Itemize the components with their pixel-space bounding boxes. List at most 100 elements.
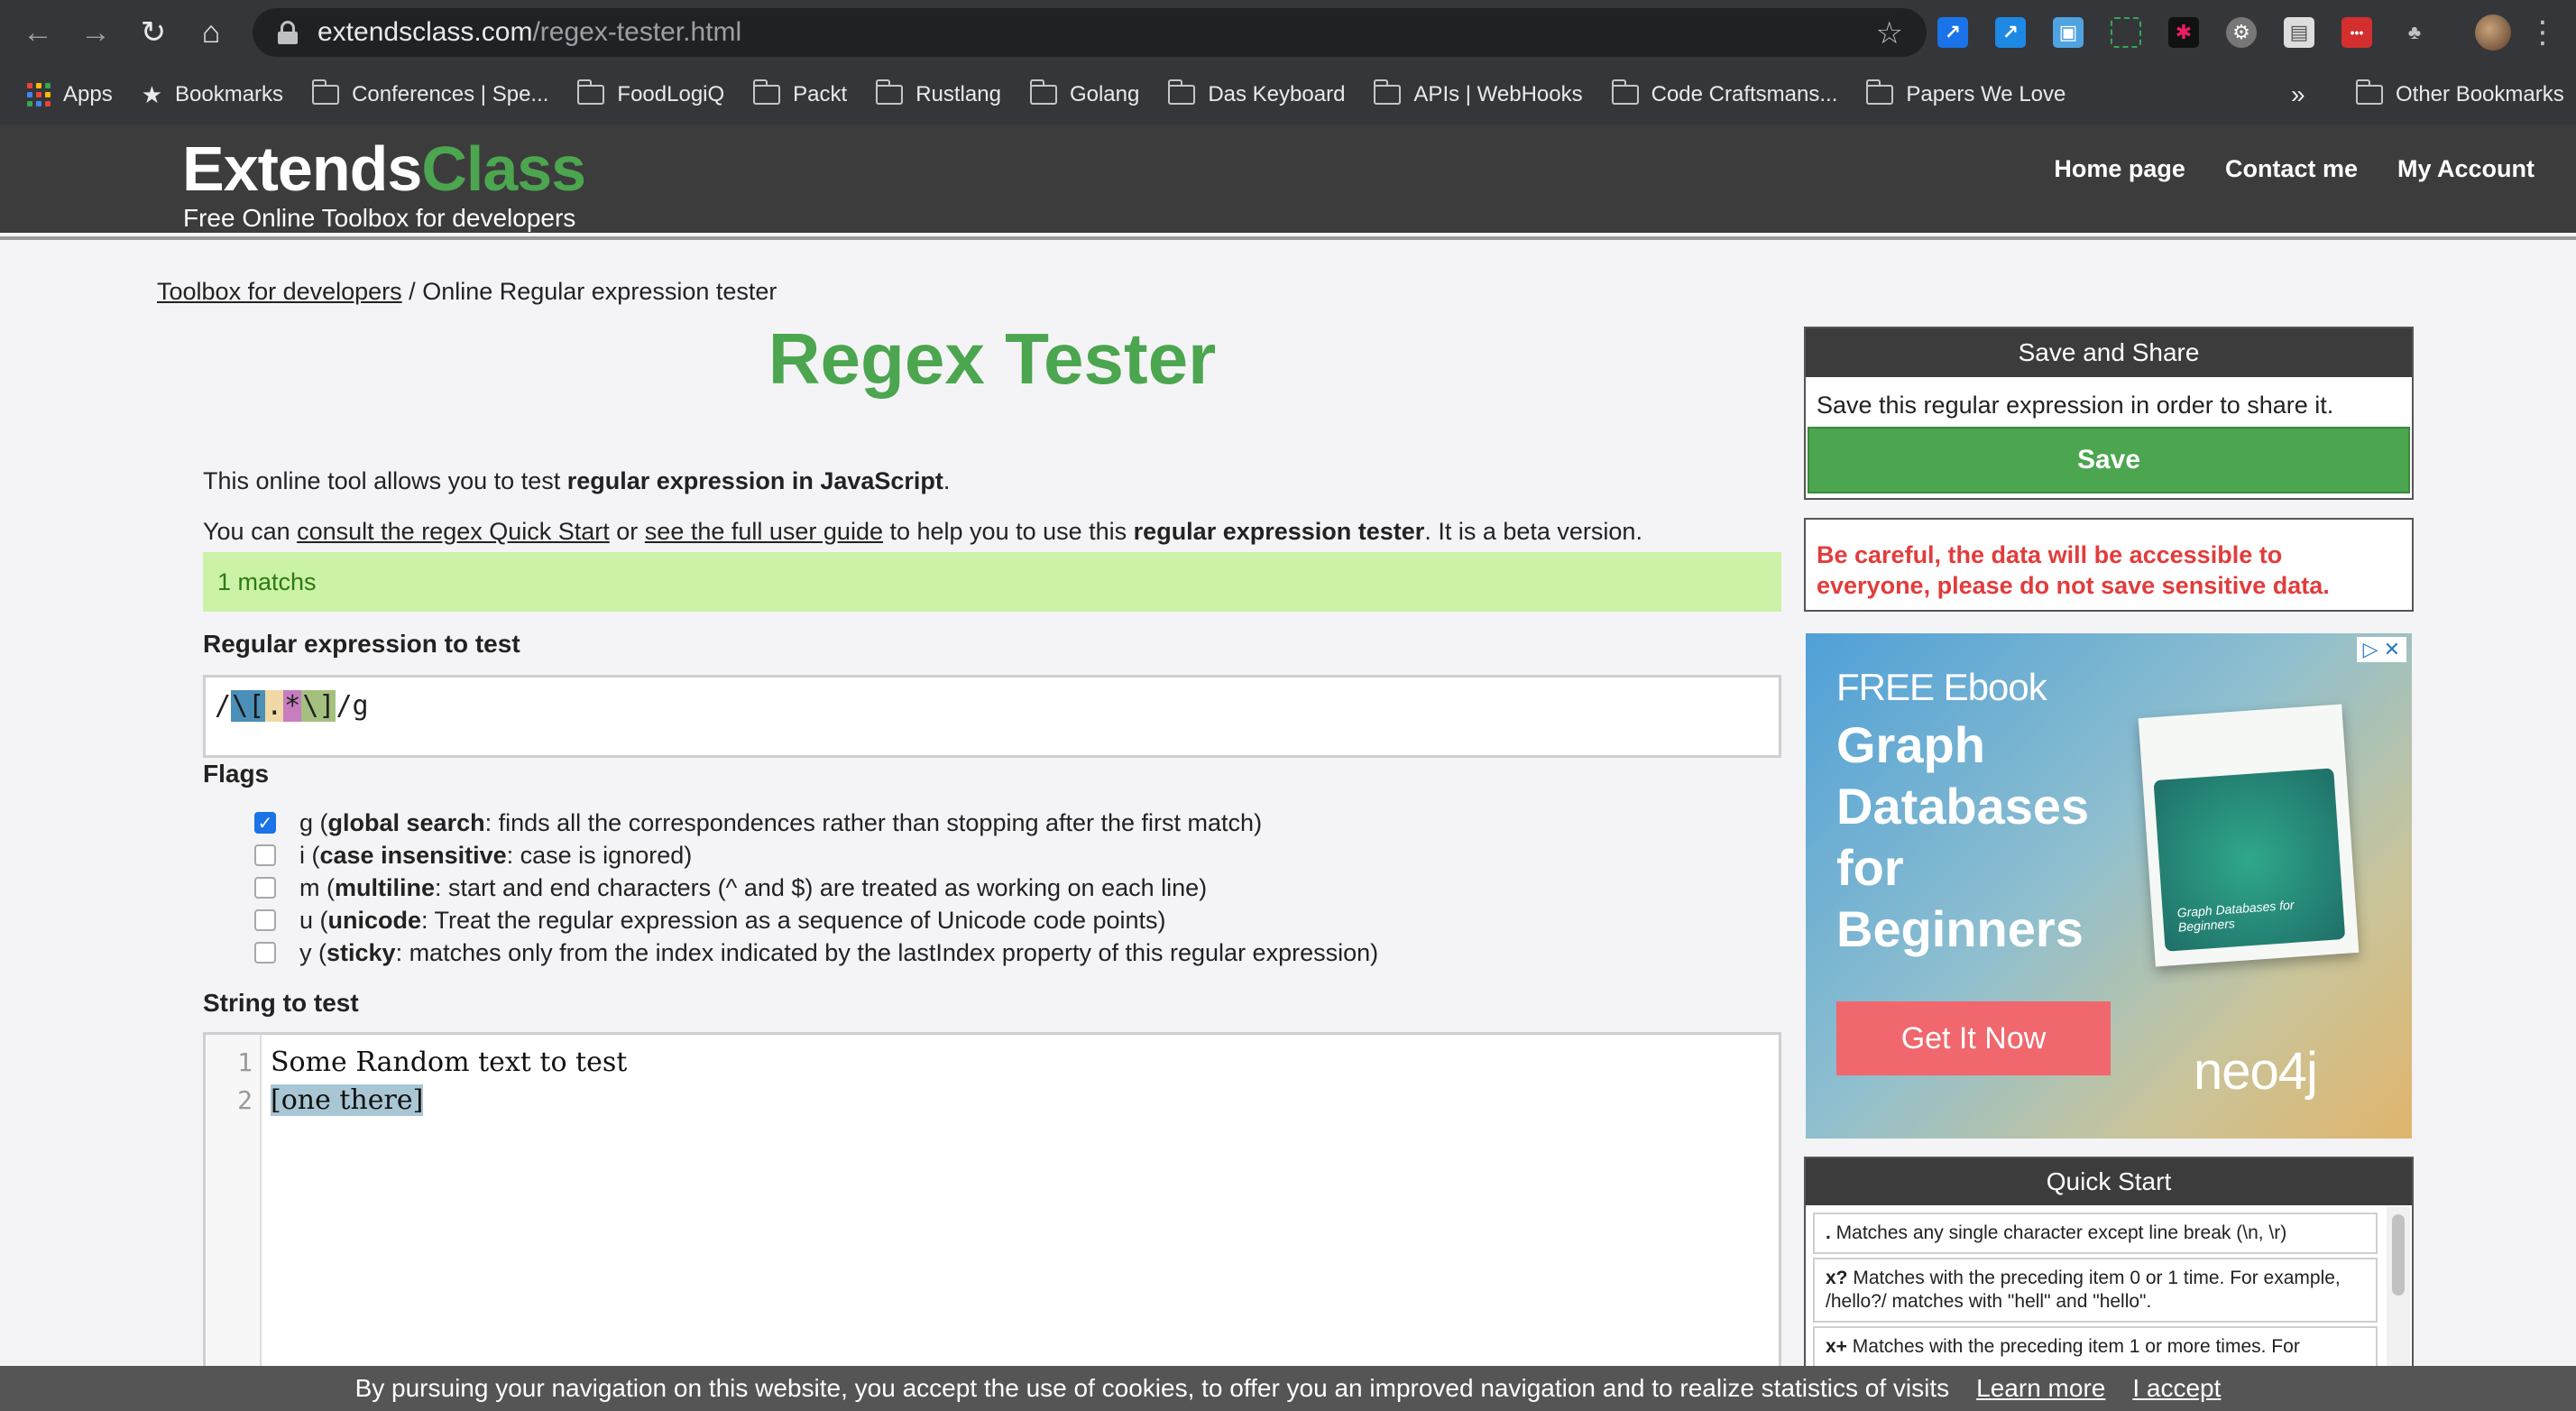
folder-icon xyxy=(753,79,781,105)
bookmark-item[interactable]: FoodLogiQ xyxy=(563,65,739,124)
extension-window-icon[interactable]: ▣ xyxy=(2053,17,2084,48)
save-button[interactable]: Save xyxy=(1808,427,2410,493)
url-text: extendsclass.com/regex-tester.html xyxy=(317,17,742,47)
extension-crop-icon[interactable] xyxy=(2111,17,2141,48)
reload-button[interactable]: ↻ xyxy=(124,0,182,65)
folder-icon xyxy=(577,79,605,105)
nav-contact-me[interactable]: Contact me xyxy=(2225,155,2358,183)
quick-start-item: x? Matches with the preceding item 0 or … xyxy=(1813,1258,2378,1323)
other-bookmarks[interactable]: Other Bookmarks xyxy=(2341,65,2576,124)
editor-line-2: [one there] xyxy=(271,1082,627,1120)
nav-my-account[interactable]: My Account xyxy=(2397,155,2535,183)
address-bar[interactable]: extendsclass.com/regex-tester.html ☆ xyxy=(253,8,1927,57)
back-button[interactable]: ← xyxy=(9,0,67,65)
bookmarks-overflow-button[interactable]: » xyxy=(2291,65,2305,124)
match-highlight: [one there] xyxy=(271,1084,424,1116)
flags-list: ✓ g (global search: finds all the corresp… xyxy=(254,807,1378,969)
flag-label: y (sticky: matches only from the index i… xyxy=(299,938,1379,966)
help-text: You can consult the regex Quick Start or… xyxy=(203,518,1642,545)
line-number: 2 xyxy=(237,1085,253,1115)
bookmark-item[interactable]: Das Keyboard xyxy=(1154,65,1359,124)
nav-home-page[interactable]: Home page xyxy=(2054,155,2185,183)
site-tagline: Free Online Toolbox for developers xyxy=(183,204,576,232)
bookmark-label: Rustlang xyxy=(915,82,1001,106)
bookmark-item[interactable]: ★ Bookmarks xyxy=(127,65,298,124)
cookie-learn-more-link[interactable]: Learn more xyxy=(1976,1374,2105,1403)
cookie-banner: By pursuing your navigation on this webs… xyxy=(0,1366,2576,1411)
bookmark-item[interactable]: Code Craftsmans... xyxy=(1597,65,1853,124)
folder-icon xyxy=(312,79,340,105)
flag-checkbox-u[interactable] xyxy=(254,909,276,931)
regex-token-escape-close: \] xyxy=(301,690,336,722)
flag-checkbox-g[interactable]: ✓ xyxy=(254,812,276,834)
extension-share-icon[interactable]: ↗ xyxy=(1995,17,2026,48)
regex-token-escape-open: \[ xyxy=(231,690,266,722)
string-label: String to test xyxy=(203,989,359,1017)
save-share-title: Save and Share xyxy=(1806,328,2412,377)
breadcrumb-link-toolbox[interactable]: Toolbox for developers xyxy=(157,278,402,305)
cookie-accept-link[interactable]: I accept xyxy=(2132,1374,2221,1403)
ad-title: Graph Databases for Beginners xyxy=(1836,716,2090,957)
lock-icon xyxy=(278,21,298,44)
bookmark-label: Apps xyxy=(63,82,113,106)
ebook-cover-image: Graph Databases for Beginners xyxy=(2138,704,2360,967)
browser-menu-icon[interactable]: ⋮ xyxy=(2527,17,2558,48)
flag-option-y[interactable]: y (sticky: matches only from the index i… xyxy=(254,936,1378,969)
flag-checkbox-m[interactable] xyxy=(254,877,276,899)
bookmark-item[interactable]: Rustlang xyxy=(861,65,1016,124)
flag-checkbox-i[interactable] xyxy=(254,844,276,866)
home-button[interactable]: ⌂ xyxy=(182,0,240,65)
ad-choices-icon[interactable]: ▷ xyxy=(2363,637,2378,662)
bookmark-item[interactable]: APIs | WebHooks xyxy=(1359,65,1596,124)
folder-icon xyxy=(1029,79,1057,105)
site-header: ExtendsClass Free Online Toolbox for dev… xyxy=(0,124,2576,240)
extension-gear-icon[interactable]: ⚙ xyxy=(2226,17,2257,48)
profile-avatar[interactable] xyxy=(2475,14,2511,51)
user-guide-link[interactable]: see the full user guide xyxy=(645,518,883,545)
neo4j-ad-banner[interactable]: ▷ ✕ FREE Ebook Graph Databases for Beginn… xyxy=(1806,633,2412,1139)
quick-start-link[interactable]: consult the regex Quick Start xyxy=(297,518,610,545)
extension-link-icon[interactable]: ↗ xyxy=(1937,17,1968,48)
breadcrumb-current: Online Regular expression tester xyxy=(422,278,777,305)
ad-get-it-now-button[interactable]: Get It Now xyxy=(1836,1001,2111,1075)
save-warning: Be careful, the data will be accessible … xyxy=(1804,518,2414,612)
flag-option-u[interactable]: u (unicode: Treat the regular expression… xyxy=(254,904,1378,936)
bookmark-item[interactable]: Packt xyxy=(739,65,861,124)
flag-option-i[interactable]: i (case insensitive: case is ignored) xyxy=(254,839,1378,872)
intro-text: This online tool allows you to test regu… xyxy=(203,467,951,494)
flag-label: i (case insensitive: case is ignored) xyxy=(299,841,693,869)
bookmark-label: FoodLogiQ xyxy=(617,82,725,106)
flag-option-g[interactable]: ✓ g (global search: finds all the corresp… xyxy=(254,807,1378,839)
breadcrumb-separator: / xyxy=(401,278,423,305)
other-bookmarks-label: Other Bookmarks xyxy=(2396,82,2564,106)
extension-page-icon[interactable]: ▤ xyxy=(2284,17,2314,48)
scrollbar-thumb[interactable] xyxy=(2392,1214,2405,1296)
bookmark-item[interactable]: Papers We Love xyxy=(1852,65,2080,124)
flags-label: Flags xyxy=(203,760,270,788)
folder-icon xyxy=(1374,79,1402,105)
extension-red-icon[interactable]: ••• xyxy=(2341,17,2372,48)
close-icon[interactable]: ✕ xyxy=(2384,637,2400,662)
bookmark-item[interactable]: Conferences | Spe... xyxy=(298,65,563,124)
bookmark-item[interactable]: Apps xyxy=(13,65,127,124)
extension-spark-icon[interactable]: ✱ xyxy=(2168,17,2199,48)
breadcrumb: Toolbox for developers / Online Regular … xyxy=(157,278,777,306)
browser-toolbar: ← → ↻ ⌂ extendsclass.com/regex-tester.ht… xyxy=(0,0,2576,65)
forward-button[interactable]: → xyxy=(67,0,124,65)
bookmark-item[interactable]: Golang xyxy=(1016,65,1154,124)
flag-option-m[interactable]: m (multiline: start and end characters (… xyxy=(254,872,1378,904)
bookmark-label: Code Craftsmans... xyxy=(1651,82,1838,106)
editor-content[interactable]: Some Random text to test [one there] xyxy=(271,1044,627,1120)
save-share-panel: Save and Share Save this regular express… xyxy=(1804,327,2414,500)
test-string-editor[interactable]: 1 2 Some Random text to test [one there] xyxy=(203,1032,1781,1411)
regex-input[interactable]: /\[.*\]/g xyxy=(203,675,1781,758)
bookmarks-bar: Apps ★ Bookmarks Conferences | Spe... FoodLo… xyxy=(0,65,2576,124)
extension-cloud-icon[interactable]: ♣ xyxy=(2399,17,2430,48)
site-logo[interactable]: ExtendsClass xyxy=(182,137,586,200)
flag-label: u (unicode: Treat the regular expression… xyxy=(299,906,1166,934)
bookmark-star-icon[interactable]: ☆ xyxy=(1876,15,1903,51)
ad-choices-close[interactable]: ▷ ✕ xyxy=(2356,637,2406,662)
bookmark-label: Das Keyboard xyxy=(1208,82,1346,106)
bookmark-label: Bookmarks xyxy=(175,82,284,106)
flag-checkbox-y[interactable] xyxy=(254,942,276,964)
